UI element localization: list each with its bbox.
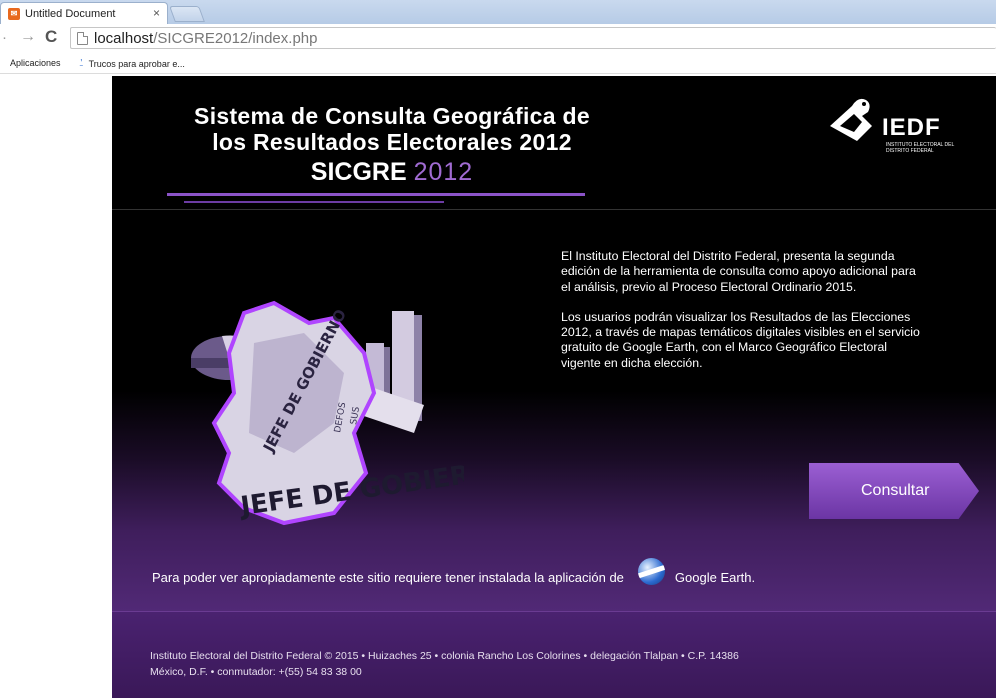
intro-paragraph-2: Los usuarios podrán visualizar los Resul… [561, 309, 920, 370]
browser-tab[interactable]: ✉ Untitled Document × [0, 2, 168, 24]
site-container: Sistema de Consulta Geográfica de los Re… [112, 76, 996, 698]
new-tab-button[interactable] [169, 6, 205, 22]
footer-address-line1: Instituto Electoral del Distrito Federal… [150, 650, 739, 662]
title-underline-secondary [184, 201, 444, 203]
bookmark-favicon-icon: ⍘ [78, 57, 85, 69]
bookmark-item[interactable]: ⍘ Trucos para aprobar e... [78, 57, 185, 70]
brand-name: SICGRE 2012 [112, 158, 672, 187]
hero-section: JEFE DE GOBIERNO JEFE DE GOBIERNO DEFOS … [112, 211, 996, 611]
bookmark-apps[interactable]: Aplicaciones [10, 58, 61, 68]
brand-year: 2012 [413, 158, 474, 186]
google-earth-icon [637, 558, 665, 585]
page-favicon-icon: ✉ [8, 7, 20, 20]
site-title-line2: los Resultados Electorales 2012 [212, 129, 572, 155]
back-icon[interactable]: · [2, 29, 7, 46]
logo-text: IEDF [882, 114, 941, 141]
google-earth-label: Google Earth. [674, 570, 756, 585]
iedf-logo: IEDF INSTITUTO ELECTORAL DEL DISTRITO FE… [822, 86, 972, 156]
requirement-notice: Para poder ver apropiadamente este sitio… [152, 558, 756, 591]
election-map-illustration: JEFE DE GOBIERNO JEFE DE GOBIERNO DEFOS … [191, 300, 464, 526]
consultar-button[interactable]: Consultar [809, 463, 979, 519]
intro-text: El Instituto Electoral del Distrito Fede… [561, 249, 921, 386]
logo-subtitle: INSTITUTO ELECTORAL DEL DISTRITO FEDERAL [886, 142, 955, 154]
site-footer: Instituto Electoral del Distrito Federal… [112, 611, 996, 698]
site-header: Sistema de Consulta Geográfica de los Re… [112, 76, 996, 210]
url-path: /SICGRE2012/index.php [153, 29, 318, 47]
brand-sicgre: SICGRE [310, 158, 407, 186]
requirement-text: Para poder ver apropiadamente este sitio… [152, 570, 624, 585]
page-icon [77, 31, 88, 45]
site-title-line1: Sistema de Consulta Geográfica de [194, 103, 590, 129]
bookmark-label: Trucos para aprobar e... [88, 58, 185, 69]
url-host: localhost [94, 29, 154, 47]
close-tab-icon[interactable]: × [153, 6, 160, 20]
tab-title: Untitled Document [25, 7, 116, 20]
title-underline [167, 193, 585, 196]
reload-icon[interactable]: C [45, 27, 57, 47]
address-bar[interactable]: localhost /SICGRE2012/index.php [70, 27, 996, 49]
browser-toolbar: · → C localhost /SICGRE2012/index.php [0, 24, 996, 52]
browser-tab-bar: ✉ Untitled Document × [0, 0, 996, 24]
forward-icon[interactable]: → [20, 28, 36, 46]
intro-paragraph-1: El Instituto Electoral del Distrito Fede… [561, 249, 916, 294]
footer-address-line2: México, D.F. • conmutador: +(55) 54 83 3… [150, 666, 362, 678]
bookmarks-bar: Aplicaciones ⍘ Trucos para aprobar e... [0, 52, 996, 74]
